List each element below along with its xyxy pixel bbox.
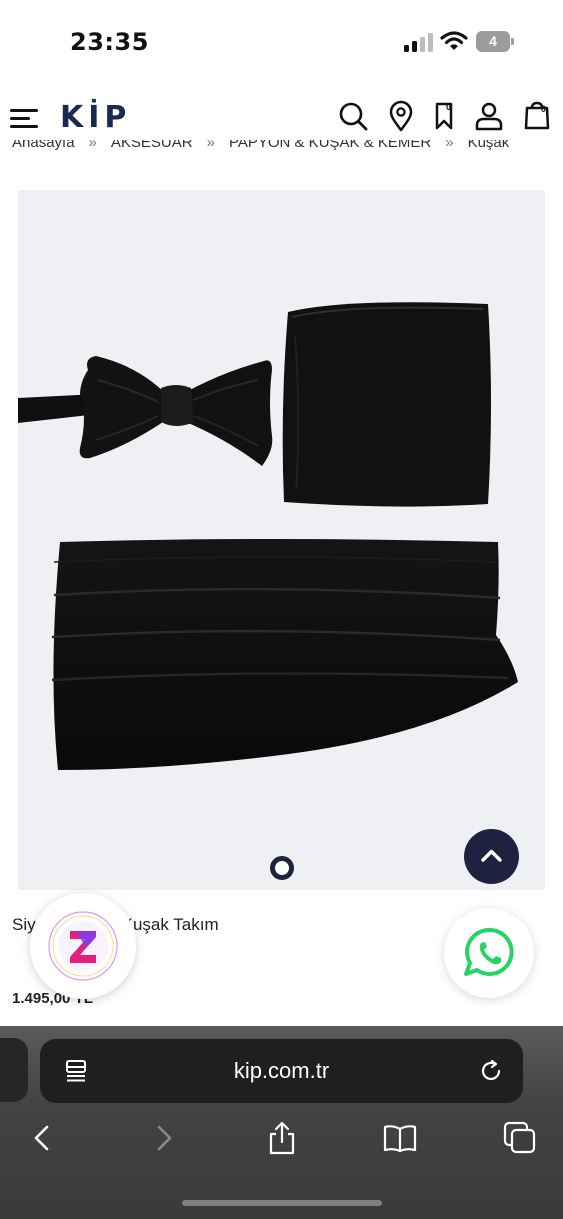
chevron-right-icon [157,1125,172,1151]
tabs-icon [503,1121,536,1154]
battery-icon: 4 [476,31,514,52]
whatsapp-icon [464,927,514,976]
chevron-up-icon [481,849,502,862]
tabs-button[interactable] [502,1120,538,1156]
product-photo [18,302,519,770]
status-time: 23:35 [70,28,149,56]
whatsapp-button[interactable] [444,908,534,998]
breadcrumb: Anasayfa» AKSESUAR» PAPYON & KUŞAK & KEMER… [0,140,563,158]
bookmarks-button[interactable] [382,1120,418,1156]
status-bar: 23:35 4 [0,0,563,84]
z-logo-icon [48,911,118,981]
chevron-left-icon [34,1125,49,1151]
wishlist-icon[interactable]: 0 [430,100,462,132]
menu-icon[interactable] [10,106,40,130]
wishlist-count: 0 [446,102,452,112]
breadcrumb-current: Kuşak [467,140,510,151]
cart-icon[interactable]: 0 [521,100,553,132]
battery-level: 4 [476,31,510,52]
site-header: KİP 0 0 [0,84,563,146]
url-text: kip.com.tr [233,1058,330,1083]
cellular-signal-icon [404,32,434,52]
breadcrumb-accessories[interactable]: AKSESUAR [111,140,193,151]
account-icon[interactable] [473,100,505,132]
home-indicator[interactable] [182,1200,382,1206]
search-icon[interactable] [337,100,369,132]
breadcrumb-bowtie-sash-belt[interactable]: PAPYON & KUŞAK & KEMER [229,140,431,151]
forward-button[interactable] [146,1120,182,1156]
breadcrumb-home[interactable]: Anasayfa [12,140,75,151]
store-location-icon[interactable] [385,100,417,132]
book-icon [383,1125,417,1153]
carousel-indicator-dot[interactable] [270,856,294,880]
product-image[interactable] [18,190,545,890]
cart-count: 0 [541,104,547,114]
site-logo[interactable]: KİP [60,100,131,135]
address-bar[interactable]: kip.com.tr [40,1039,523,1103]
back-button[interactable] [24,1120,60,1156]
share-icon [269,1121,295,1155]
scroll-to-top-button[interactable] [464,829,519,884]
share-button[interactable] [264,1120,300,1156]
previous-tab[interactable] [0,1038,28,1102]
chat-widget-button[interactable] [30,893,136,999]
browser-chrome: kip.com.tr [0,1026,563,1219]
reload-icon[interactable] [478,1058,504,1084]
wifi-icon [440,30,468,52]
